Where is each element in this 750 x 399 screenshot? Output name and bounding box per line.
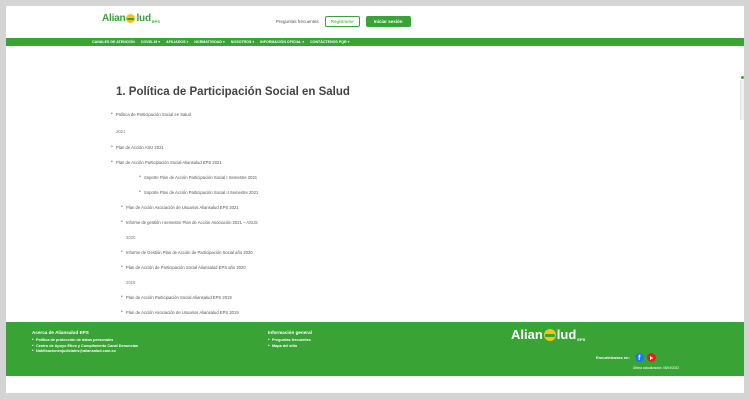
footer-general-column: Información general Preguntas frecuentes… bbox=[268, 330, 312, 349]
site-footer: Acerca de Aliansalud EPS Política de pro… bbox=[6, 322, 744, 376]
footer-link-judicial-email[interactable]: Notificacionesjudiciales@aliansalud.com.… bbox=[32, 348, 138, 353]
top-header: Alian lud EPS Preguntas frecuentes Regis… bbox=[6, 6, 744, 38]
nav-afiliados[interactable]: AFILIADOS ▾ bbox=[166, 40, 188, 44]
social-label: Encuéntranos en: bbox=[596, 355, 630, 360]
footer-link-faq[interactable]: Preguntas frecuentes bbox=[268, 337, 312, 342]
logo-suffix: EPS bbox=[151, 19, 160, 24]
nav-covid[interactable]: COVID-19 ▾ bbox=[141, 40, 160, 44]
nav-contactenos-pqr[interactable]: CONTÁCTENOS PQR ▾ bbox=[310, 40, 349, 44]
facebook-icon[interactable]: f bbox=[634, 353, 644, 362]
logo-text-right: lud bbox=[136, 13, 151, 24]
nav-canales-atencion[interactable]: CANALES DE ATENCIÓN bbox=[92, 40, 135, 44]
footer-general-title: Información general bbox=[268, 330, 312, 335]
document-link[interactable]: Política de Participación Social en Salu… bbox=[111, 111, 676, 117]
logo-text-left: Alian bbox=[102, 13, 126, 24]
footer-about-title: Acerca de Aliansalud EPS bbox=[32, 330, 89, 335]
footer-logo-text-right: lud bbox=[556, 327, 577, 342]
header-actions: Preguntas frecuentes Registrarse Iniciar… bbox=[276, 16, 411, 27]
document-link[interactable]: Plan de Acción Participación Social Alia… bbox=[121, 294, 676, 300]
year-heading: 2020 bbox=[126, 235, 136, 240]
aliansalud-logo[interactable]: Alian lud EPS bbox=[102, 13, 160, 24]
year-heading: 2019 bbox=[126, 280, 136, 285]
document-link[interactable]: Soporte Plan de Acción Participación Soc… bbox=[139, 189, 676, 195]
nav-informacion-oficial[interactable]: INFORMACIÓN OFICIAL ▾ bbox=[260, 40, 304, 44]
side-floating-tab[interactable] bbox=[740, 76, 744, 120]
last-updated: Última actualización: 06/04/2022 bbox=[633, 366, 680, 370]
social-links: Encuéntranos en: f bbox=[596, 353, 656, 362]
side-tab-indicator bbox=[741, 76, 744, 79]
footer-link-data-policy[interactable]: Política de protección de datos personal… bbox=[32, 337, 138, 342]
footer-link-ethics-center[interactable]: Centro de Apoyo Ético y Cumplimiento Can… bbox=[32, 343, 138, 348]
document-link[interactable]: Soporte Plan de Acción Participación Soc… bbox=[139, 174, 676, 180]
page-bottom bbox=[6, 376, 744, 393]
page-title: 1. Política de Participación Social en S… bbox=[116, 86, 350, 98]
sun-logo-icon bbox=[126, 14, 136, 23]
login-button[interactable]: Iniciar sesión bbox=[365, 16, 411, 27]
register-button[interactable]: Registrarse bbox=[324, 16, 360, 27]
document-link[interactable]: Plan de Acción Asociación de Usuarios Al… bbox=[121, 204, 676, 210]
document-link[interactable]: Plan de Acción de Participación Social A… bbox=[121, 264, 676, 270]
year-heading: 2021 bbox=[116, 129, 126, 134]
browser-viewport: Alian lud EPS Preguntas frecuentes Regis… bbox=[6, 6, 744, 393]
document-link[interactable]: Informe de Gestión Plan de Acción de Par… bbox=[121, 249, 676, 255]
footer-aliansalud-logo[interactable]: Alian lud EPS bbox=[511, 327, 585, 342]
footer-logo-suffix: EPS bbox=[577, 337, 586, 342]
nav-nosotros[interactable]: NOSOTROS ▾ bbox=[231, 40, 254, 44]
footer-about-column: Acerca de Aliansalud EPS Política de pro… bbox=[32, 330, 138, 355]
footer-link-sitemap[interactable]: Mapa del sitio bbox=[268, 343, 312, 348]
faq-link[interactable]: Preguntas frecuentes bbox=[276, 19, 319, 24]
main-content: 1. Política de Participación Social en S… bbox=[111, 86, 676, 315]
document-link[interactable]: Plan de Acción Asociación de Usuarios Al… bbox=[121, 309, 676, 315]
main-nav: CANALES DE ATENCIÓN COVID-19 ▾ AFILIADOS… bbox=[6, 38, 744, 46]
document-link[interactable]: Plan de Acción Participación Social Alia… bbox=[111, 159, 676, 165]
document-link[interactable]: Plan de Acción ASU 2021 bbox=[111, 144, 676, 150]
document-link[interactable]: Informe de gestión I semestre Plan de Ac… bbox=[121, 219, 676, 225]
document-list: Política de Participación Social en Salu… bbox=[111, 111, 676, 315]
nav-normatividad[interactable]: NORMATIVIDAD ▾ bbox=[194, 40, 225, 44]
footer-sun-logo-icon bbox=[543, 328, 556, 341]
youtube-icon[interactable] bbox=[646, 353, 656, 362]
footer-logo-text-left: Alian bbox=[511, 327, 543, 342]
